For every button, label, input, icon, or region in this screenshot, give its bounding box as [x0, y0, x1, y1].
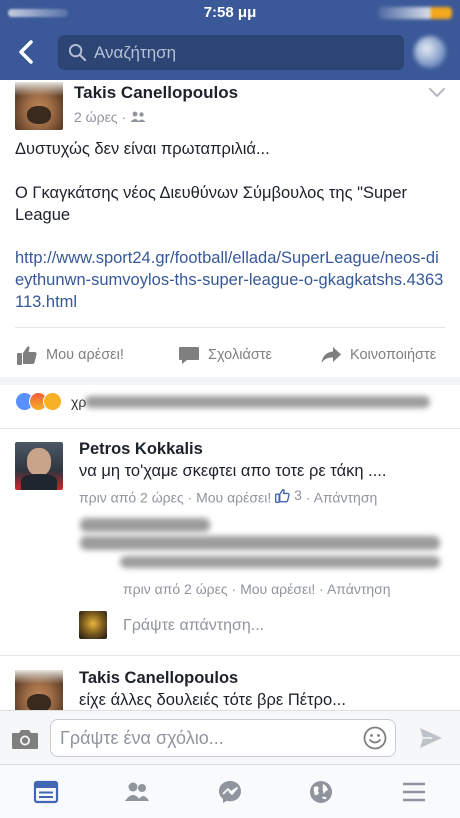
post-link[interactable]: http://www.sport24.gr/football/ellada/Su… — [15, 247, 445, 313]
thumbs-up-icon — [275, 488, 290, 503]
divider — [15, 327, 445, 328]
comment-button[interactable]: Σχολιάστε — [178, 335, 272, 375]
thumbs-up-icon — [17, 346, 37, 365]
post-time[interactable]: 2 ώρες — [74, 109, 118, 125]
haha-reaction-icon — [43, 392, 62, 411]
comment-bubble-icon — [179, 347, 199, 364]
section-separator — [0, 377, 460, 385]
post-action-bar: Μου αρέσει! Σχολιάστε Κοινοποιήστε — [0, 335, 460, 375]
back-arrow-icon[interactable] — [12, 37, 42, 67]
post-author-avatar[interactable] — [15, 82, 63, 130]
redacted-reply-author — [80, 518, 210, 532]
comment-author[interactable]: Petros Kokkalis — [79, 440, 203, 459]
comment-like-count[interactable]: 3 — [275, 487, 302, 503]
comment-like-link[interactable]: Μου αρέσει! — [196, 490, 271, 506]
redacted-reply-text — [120, 556, 440, 568]
share-label: Κοινοποιήστε — [350, 347, 437, 363]
divider — [0, 655, 460, 656]
post-text-line: Ο Γκαγκάτσης νέος Διευθύνων Σύμβουλος τη… — [15, 184, 408, 224]
friends-icon[interactable] — [124, 779, 150, 805]
comment-text: είχε άλλες δουλειές τότε βρε Πέτρο... — [79, 691, 346, 709]
write-reply-field[interactable]: Γράψτε απάντηση... — [123, 617, 264, 635]
share-arrow-icon — [321, 347, 341, 363]
search-bar[interactable] — [58, 35, 404, 70]
reply-time[interactable]: πριν από 2 ώρες — [123, 581, 228, 597]
comment-input-box[interactable] — [50, 719, 396, 757]
bottom-tab-bar — [0, 764, 460, 818]
comment-text: να μη το'χαμε σκεφτει απο τοτε ρε τάκη .… — [79, 462, 387, 480]
news-feed-icon[interactable] — [33, 779, 59, 805]
reactions-summary[interactable]: χρ — [15, 390, 445, 414]
divider — [0, 428, 460, 429]
post-author-name[interactable]: Takis Canellopoulos — [74, 83, 238, 103]
messenger-icon[interactable] — [217, 779, 243, 805]
friends-audience-icon — [130, 111, 146, 122]
commenter-avatar[interactable] — [15, 442, 63, 490]
comment-time[interactable]: πριν από 2 ώρες — [79, 490, 184, 506]
comment-composer — [0, 710, 460, 764]
comment-reply-link[interactable]: Απάντηση — [314, 490, 378, 506]
redacted-reply-text — [80, 536, 440, 550]
search-icon — [68, 43, 87, 62]
status-bar: 7:58 μμ — [0, 0, 460, 26]
like-label: Μου αρέσει! — [46, 347, 124, 363]
search-input[interactable] — [94, 35, 394, 70]
comment-meta: πριν από 2 ώρες · Μου αρέσει! 3 · Απάντη… — [79, 487, 378, 506]
post-body: Δυστυχώς δεν είναι πρωταπριλιά... Ο Γκαγ… — [15, 138, 445, 226]
like-count-value: 3 — [294, 487, 302, 503]
profile-avatar[interactable] — [414, 36, 446, 68]
reply-like-link[interactable]: Μου αρέσει! — [240, 581, 315, 597]
like-button[interactable]: Μου αρέσει! — [16, 335, 124, 375]
comment-input[interactable] — [60, 720, 350, 756]
smiley-icon[interactable] — [363, 726, 387, 750]
menu-icon[interactable] — [401, 779, 427, 805]
comment-author[interactable]: Takis Canellopoulos — [79, 669, 238, 688]
comment-label: Σχολιάστε — [208, 347, 272, 363]
reply-meta: πριν από 2 ώρες · Μου αρέσει! · Απάντηση — [123, 581, 391, 597]
redacted-names — [85, 396, 430, 408]
share-button[interactable]: Κοινοποιήστε — [320, 335, 436, 375]
chevron-down-icon[interactable] — [428, 86, 446, 98]
current-user-avatar — [79, 611, 107, 639]
post-text-line: Δυστυχώς δεν είναι πρωταπριλιά... — [15, 140, 270, 158]
post-detail: Takis Canellopoulos 2 ώρες · Δυστυχώς δε… — [0, 80, 460, 710]
commenter-avatar[interactable] — [15, 670, 63, 710]
camera-icon[interactable] — [11, 727, 39, 751]
notifications-globe-icon[interactable] — [308, 779, 334, 805]
battery-indicator — [378, 7, 452, 19]
reply-reply-link[interactable]: Απάντηση — [327, 581, 391, 597]
top-navigation-bar — [0, 26, 460, 80]
post-meta: 2 ώρες · — [74, 109, 146, 125]
send-arrow-icon[interactable] — [418, 725, 444, 751]
